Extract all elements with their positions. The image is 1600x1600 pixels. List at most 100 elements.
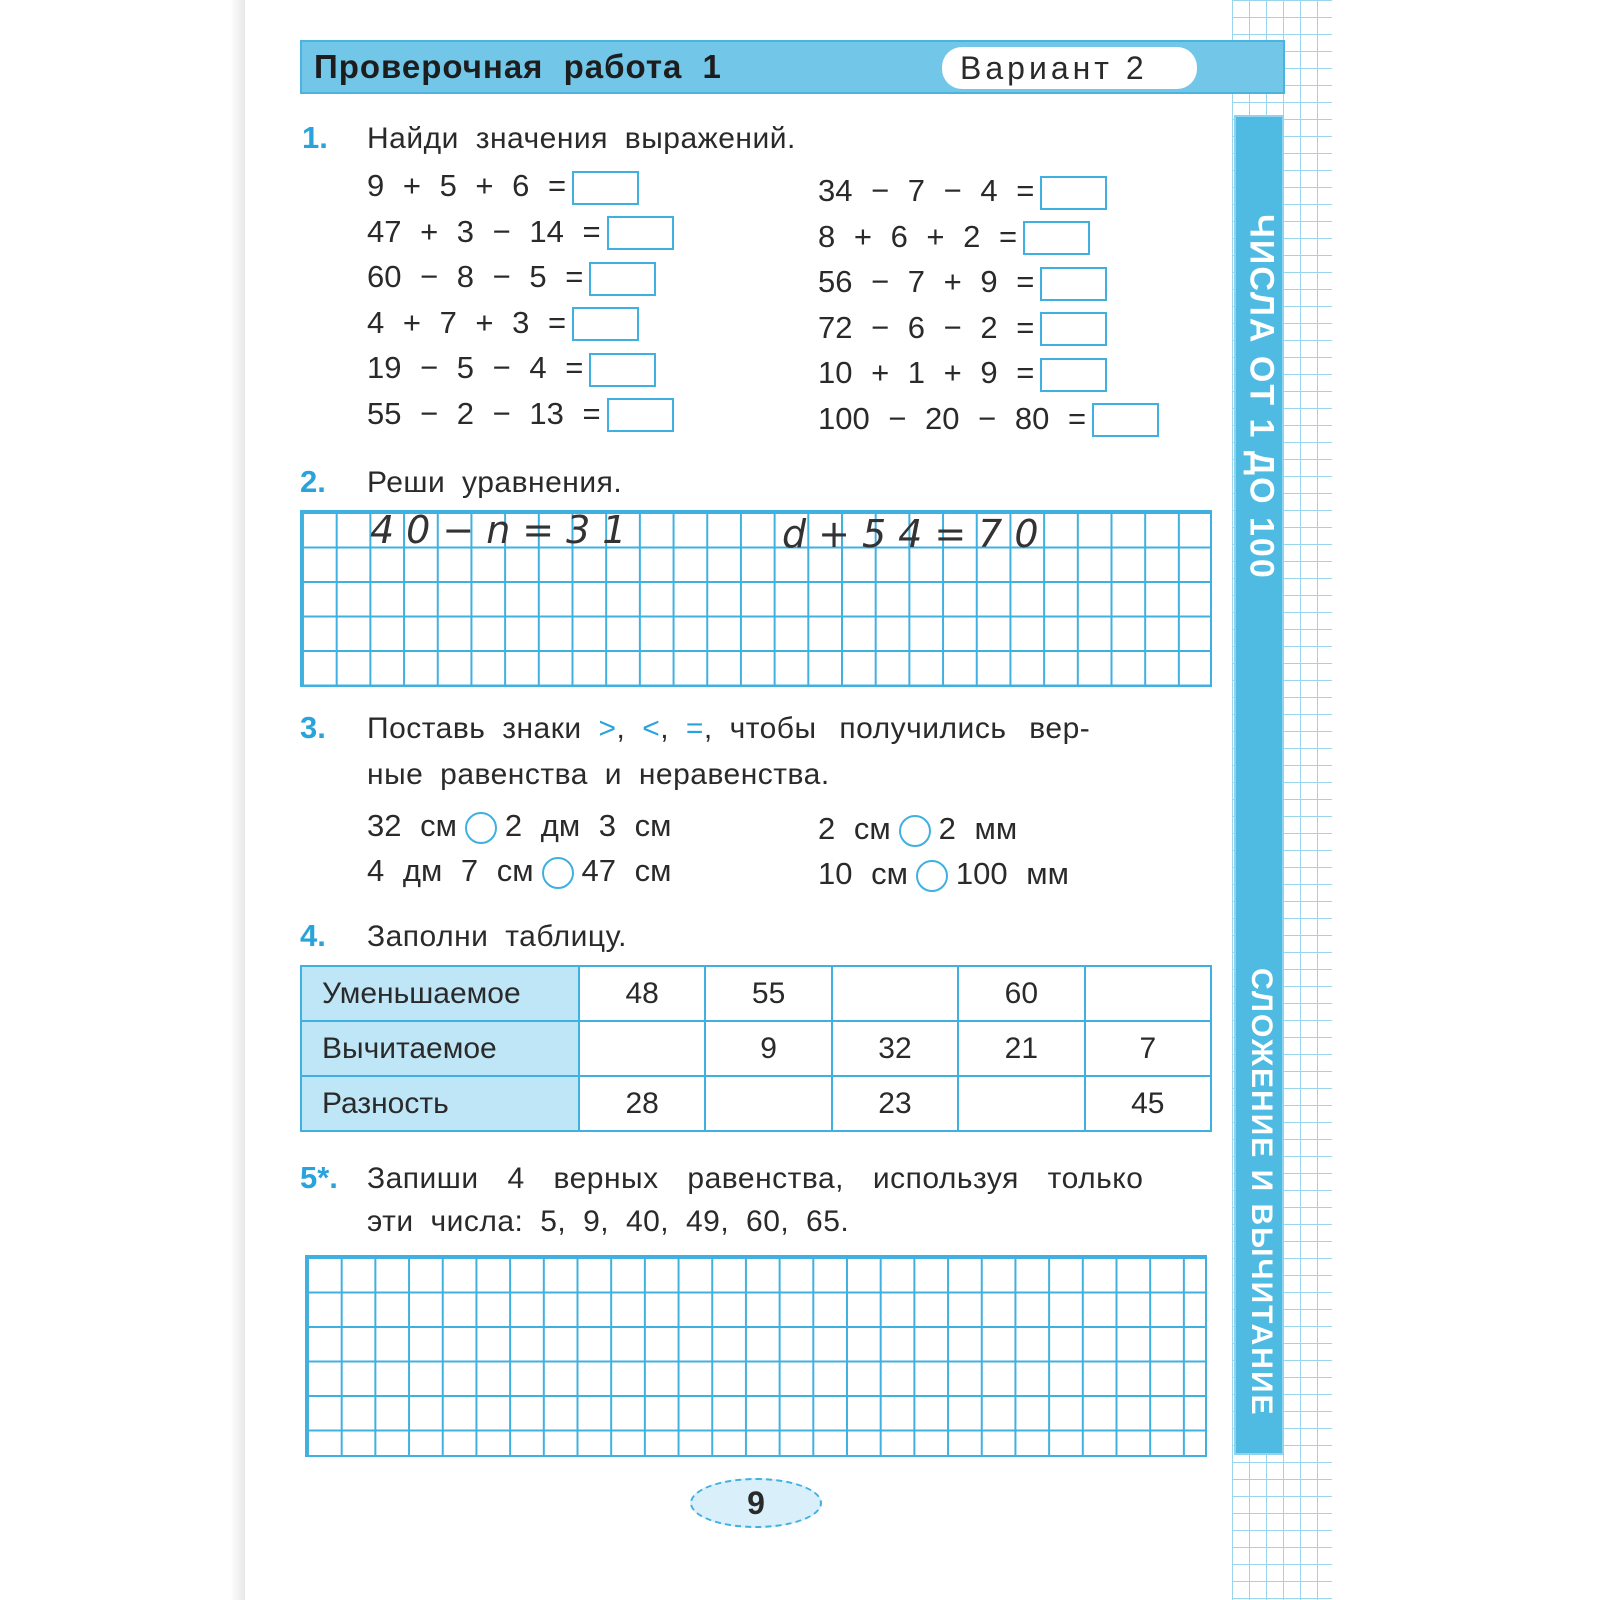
expression: 8 + 6 + 2 = (818, 218, 1018, 254)
rhs: 47 см (581, 853, 672, 888)
expression: 55 − 2 − 13 = (367, 395, 601, 431)
comparison-4: 10 см 100 мм (818, 856, 1069, 892)
task-text: Заполни таблицу. (367, 920, 627, 953)
task-text-c: ные равенства и неравенства. (367, 758, 830, 791)
answer-box[interactable] (572, 170, 640, 205)
expression-row: 72 − 6 − 2 = (818, 310, 1159, 356)
task-text: Реши уравнения. (367, 466, 623, 499)
header-bar: Проверочная работа 1 Вариант 2 (300, 40, 1285, 94)
expression-row: 9 + 5 + 6 = (367, 168, 674, 214)
table-cell: 32 (830, 1020, 960, 1077)
answer-box[interactable] (1040, 312, 1108, 347)
answer-circle[interactable] (915, 859, 948, 892)
subtraction-table: Уменьшаемое 48 55 60 Вычитаемое 9 32 21 7 Разност… (300, 965, 1213, 1132)
task-number: 5*. (300, 1160, 338, 1195)
lhs: 32 см (367, 808, 457, 843)
expression: 10 + 1 + 9 = (818, 355, 1035, 390)
answer-box[interactable] (589, 352, 657, 387)
background (1332, 0, 1600, 1600)
expression: 56 − 7 + 9 = (818, 264, 1035, 299)
expression: 34 − 7 − 4 = (818, 173, 1035, 208)
row-label: Разность (300, 1075, 580, 1132)
answer-box[interactable] (1040, 357, 1108, 392)
expression: 100 − 20 − 80 = (818, 400, 1087, 436)
expression-row: 8 + 6 + 2 = (818, 219, 1159, 265)
task-text-b: чтобы получились вер- (729, 712, 1091, 745)
sign-less: < (642, 712, 661, 745)
equation-1: 40−n=31 (370, 508, 639, 552)
table-cell: 48 (577, 965, 707, 1022)
expression: 19 − 5 − 4 = (367, 350, 584, 385)
answer-circle[interactable] (541, 856, 574, 889)
expression-row: 19 − 5 − 4 = (367, 350, 674, 396)
table-cell[interactable] (577, 1020, 707, 1077)
task-text-a: Поставь знаки (367, 712, 582, 745)
expression: 60 − 8 − 5 = (367, 259, 584, 294)
expression-row: 56 − 7 + 9 = (818, 264, 1159, 310)
comparison-3: 2 см 2 мм (818, 811, 1017, 847)
expression-row: 55 − 2 − 13 = (367, 396, 674, 442)
expression-row: 4 + 7 + 3 = (367, 305, 674, 351)
table-row: Разность 28 23 45 (300, 1075, 1213, 1132)
table-cell: 55 (704, 965, 833, 1022)
answer-grid[interactable] (305, 1255, 1207, 1457)
rhs: 2 мм (938, 811, 1018, 846)
answer-box[interactable] (1040, 266, 1108, 301)
row-label: Вычитаемое (300, 1020, 580, 1077)
task-text: Найди значения выражений. (367, 122, 796, 155)
comparison-2: 4 дм 7 см 47 см (367, 853, 671, 889)
answer-box[interactable] (589, 261, 657, 296)
expression-row: 47 + 3 − 14 = (367, 214, 674, 260)
expression-row: 10 + 1 + 9 = (818, 355, 1159, 401)
answer-box[interactable] (606, 216, 674, 251)
task-number: 2. (300, 464, 326, 499)
sign-equal: = (685, 712, 704, 745)
table-cell[interactable] (1083, 965, 1213, 1022)
lhs: 10 см (818, 856, 908, 891)
task-text-2: эти числа: 5, 9, 40, 49, 60, 65. (367, 1205, 850, 1238)
page-shadow (0, 0, 245, 1600)
task-number: 4. (300, 918, 326, 953)
sign-greater: > (598, 712, 617, 745)
table-cell: 21 (957, 1020, 1086, 1077)
expression: 72 − 6 − 2 = (818, 309, 1035, 345)
table-cell: 60 (957, 965, 1086, 1022)
task-text-1: Запиши 4 верных равенства, используя тол… (367, 1162, 1144, 1195)
task-text: Поставь знаки >, <, =, чтобы получились … (367, 712, 1091, 745)
row-label: Уменьшаемое (300, 965, 580, 1022)
lhs: 4 дм 7 см (367, 853, 534, 888)
table-row: Уменьшаемое 48 55 60 (300, 965, 1213, 1022)
table-cell[interactable] (830, 965, 960, 1022)
expression: 4 + 7 + 3 = (367, 304, 567, 340)
expression: 47 + 3 − 14 = (367, 213, 601, 249)
section-subtitle: СЛОЖЕНИЕ И ВЫЧИТАНИЕ (1245, 967, 1278, 1417)
variant-badge: Вариант 2 (942, 47, 1197, 89)
task-number: 3. (300, 710, 326, 745)
table-cell[interactable] (957, 1075, 1086, 1132)
table-cell[interactable] (704, 1075, 833, 1132)
page-title: Проверочная работа 1 (314, 48, 722, 85)
answer-box[interactable] (606, 398, 674, 433)
answer-box[interactable] (1040, 175, 1108, 210)
comparison-1: 32 см 2 дм 3 см (367, 808, 671, 844)
expression-row: 34 − 7 − 4 = (818, 173, 1159, 219)
table-row: Вычитаемое 9 32 21 7 (300, 1020, 1213, 1077)
expressions-left: 9 + 5 + 6 = 47 + 3 − 14 = 60 − 8 − 5 = 4 + … (367, 168, 674, 441)
expression: 9 + 5 + 6 = (367, 168, 567, 203)
section-strip: ЧИСЛА ОТ 1 ДО 100 СЛОЖЕНИЕ И ВЫЧИТАНИЕ (1234, 115, 1284, 1455)
table-cell: 28 (577, 1075, 707, 1132)
table-cell: 23 (830, 1075, 960, 1132)
equation-2: d+54=70 (782, 512, 1051, 556)
answer-box[interactable] (572, 307, 640, 342)
answer-box[interactable] (1092, 403, 1160, 438)
task-number: 1. (302, 120, 328, 155)
page-number: 9 (690, 1478, 822, 1528)
answer-circle[interactable] (898, 814, 931, 847)
section-title: ЧИСЛА ОТ 1 ДО 100 (1242, 214, 1281, 580)
answer-box[interactable] (1023, 221, 1091, 256)
table-cell: 7 (1083, 1020, 1213, 1077)
rhs: 100 мм (955, 856, 1069, 891)
table-cell: 9 (704, 1020, 833, 1077)
answer-circle[interactable] (464, 811, 497, 844)
table-cell: 45 (1083, 1075, 1213, 1132)
